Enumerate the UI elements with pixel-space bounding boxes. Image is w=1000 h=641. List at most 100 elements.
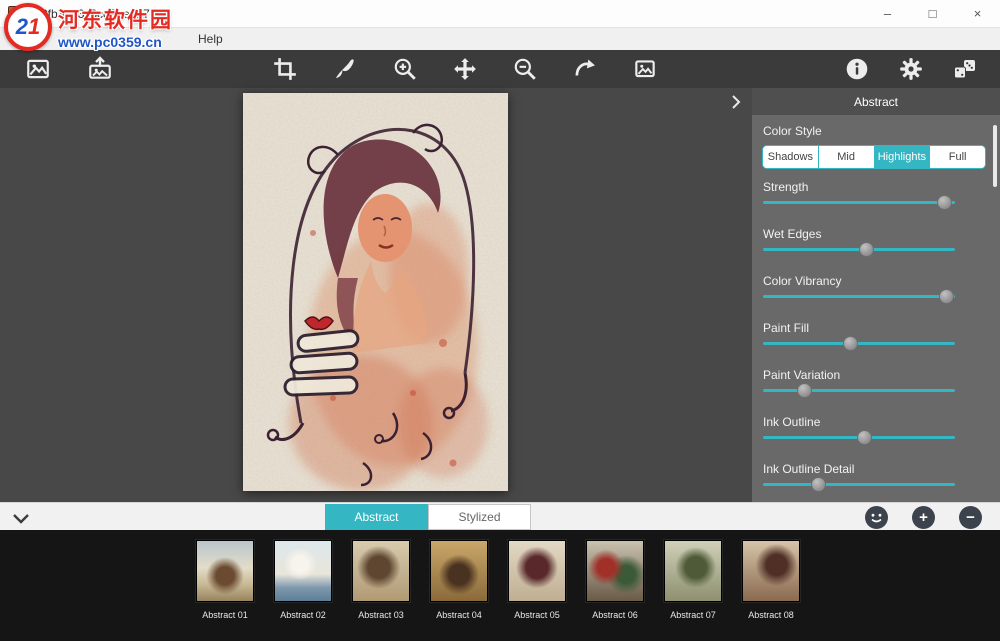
randomize-button[interactable] xyxy=(952,56,978,82)
redo-icon xyxy=(572,56,598,82)
save-photo-button[interactable] xyxy=(87,56,113,82)
panel-toggle-button[interactable] xyxy=(727,93,745,111)
preset-thumbnail-image[interactable] xyxy=(196,540,254,602)
chevron-down-icon xyxy=(12,513,30,524)
preset-label: Abstract 03 xyxy=(358,610,404,620)
preset-abstract-05[interactable]: Abstract 05 xyxy=(498,530,576,641)
crop-button[interactable] xyxy=(272,56,298,82)
slider-track[interactable] xyxy=(763,248,955,251)
preset-controls: + − xyxy=(865,506,982,529)
color-style-option-shadows[interactable]: Shadows xyxy=(763,146,818,168)
preset-abstract-08[interactable]: Abstract 08 xyxy=(732,530,810,641)
preset-abstract-03[interactable]: Abstract 03 xyxy=(342,530,420,641)
info-button[interactable] xyxy=(844,56,870,82)
color-style-segmented-control: Shadows Mid Highlights Full xyxy=(762,145,986,169)
slider-label: Color Vibrancy xyxy=(763,274,1000,288)
color-style-option-full[interactable]: Full xyxy=(929,146,985,168)
slider-ink-outline-detail: Ink Outline Detail xyxy=(752,462,1000,486)
watermark-logo-right: 1 xyxy=(28,14,40,40)
redo-button[interactable] xyxy=(572,56,598,82)
preset-abstract-07[interactable]: Abstract 07 xyxy=(654,530,732,641)
brush-icon xyxy=(332,56,358,82)
collapse-tray-button[interactable] xyxy=(12,511,30,529)
window-controls: – □ × xyxy=(865,0,1000,27)
slider-track[interactable] xyxy=(763,483,955,486)
slider-label: Paint Variation xyxy=(763,368,1000,382)
menu-help[interactable]: Help xyxy=(192,32,229,46)
move-icon xyxy=(452,56,478,82)
open-photo-button[interactable] xyxy=(25,56,51,82)
slider-track[interactable] xyxy=(763,436,955,439)
save-photo-icon xyxy=(87,56,113,82)
image-adjust-button[interactable] xyxy=(632,56,658,82)
color-style-option-highlights[interactable]: Highlights xyxy=(874,146,930,168)
slider-color-vibrancy: Color Vibrancy xyxy=(752,274,1000,298)
slider-handle[interactable] xyxy=(843,336,858,351)
preset-abstract-04[interactable]: Abstract 04 xyxy=(420,530,498,641)
slider-label: Paint Fill xyxy=(763,321,1000,335)
slider-label: Ink Outline xyxy=(763,415,1000,429)
slider-track[interactable] xyxy=(763,342,955,345)
preset-abstract-06[interactable]: Abstract 06 xyxy=(576,530,654,641)
brush-button[interactable] xyxy=(332,56,358,82)
preset-thumbnail-image[interactable] xyxy=(586,540,644,602)
slider-handle[interactable] xyxy=(797,383,812,398)
preset-thumbnail-image[interactable] xyxy=(664,540,722,602)
watermark-text: 河东软件园 www.pc0359.cn xyxy=(58,4,173,50)
chevron-right-icon xyxy=(731,94,741,110)
minimize-button[interactable]: – xyxy=(865,0,910,27)
effect-settings-panel: Abstract Color Style Shadows Mid Highlig… xyxy=(752,88,1000,502)
site-watermark: 2 1 河东软件园 www.pc0359.cn xyxy=(4,3,173,51)
add-preset-button[interactable]: + xyxy=(912,506,935,529)
slider-handle[interactable] xyxy=(857,430,872,445)
preset-label: Abstract 05 xyxy=(514,610,560,620)
slider-track[interactable] xyxy=(763,201,955,204)
image-adjust-icon xyxy=(632,56,658,82)
toolbar-right-group xyxy=(844,50,978,88)
preset-thumbnail-image[interactable] xyxy=(274,540,332,602)
preset-thumbnail-image[interactable] xyxy=(508,540,566,602)
slider-track[interactable] xyxy=(763,389,955,392)
canvas-area xyxy=(0,88,752,502)
tab-abstract[interactable]: Abstract xyxy=(325,504,428,530)
remove-preset-button[interactable]: − xyxy=(959,506,982,529)
zoom-in-button[interactable] xyxy=(392,56,418,82)
slider-handle[interactable] xyxy=(859,242,874,257)
maximize-button[interactable]: □ xyxy=(910,0,955,27)
slider-handle[interactable] xyxy=(811,477,826,492)
slider-handle[interactable] xyxy=(939,289,954,304)
slider-handle[interactable] xyxy=(937,195,952,210)
preset-label: Abstract 04 xyxy=(436,610,482,620)
smiley-icon xyxy=(865,506,888,529)
slider-ink-outline: Ink Outline xyxy=(752,415,1000,439)
preset-thumbnail-image[interactable] xyxy=(352,540,410,602)
zoom-out-button[interactable] xyxy=(512,56,538,82)
toolbar-center-group xyxy=(272,50,658,88)
smiley-button[interactable] xyxy=(865,506,888,529)
slider-strength: Strength xyxy=(752,180,1000,204)
preset-thumbnail-image[interactable] xyxy=(430,540,488,602)
settings-button[interactable] xyxy=(898,56,924,82)
watermark-site-url: www.pc0359.cn xyxy=(58,34,173,50)
move-button[interactable] xyxy=(452,56,478,82)
preset-label: Abstract 06 xyxy=(592,610,638,620)
color-style-option-mid[interactable]: Mid xyxy=(818,146,874,168)
preset-abstract-02[interactable]: Abstract 02 xyxy=(264,530,342,641)
watermark-site-name: 河东软件园 xyxy=(58,4,173,34)
slider-wet-edges: Wet Edges xyxy=(752,227,1000,251)
slider-track[interactable] xyxy=(763,295,955,298)
app-window: f03fb3e43c8cd9ee917.jpg – □ × Help xyxy=(0,0,1000,641)
slider-paint-variation: Paint Variation xyxy=(752,368,1000,392)
preview-image[interactable] xyxy=(243,93,508,491)
watermark-logo: 2 1 xyxy=(4,3,52,51)
preset-abstract-01[interactable]: Abstract 01 xyxy=(186,530,264,641)
color-style-label: Color Style xyxy=(763,124,1000,139)
crop-icon xyxy=(272,56,298,82)
preset-thumbnail-image[interactable] xyxy=(742,540,800,602)
preset-label: Abstract 07 xyxy=(670,610,716,620)
open-photo-icon xyxy=(25,56,51,82)
panel-scrollbar[interactable] xyxy=(993,125,997,187)
preset-label: Abstract 01 xyxy=(202,610,248,620)
tab-stylized[interactable]: Stylized xyxy=(428,504,531,530)
close-button[interactable]: × xyxy=(955,0,1000,27)
